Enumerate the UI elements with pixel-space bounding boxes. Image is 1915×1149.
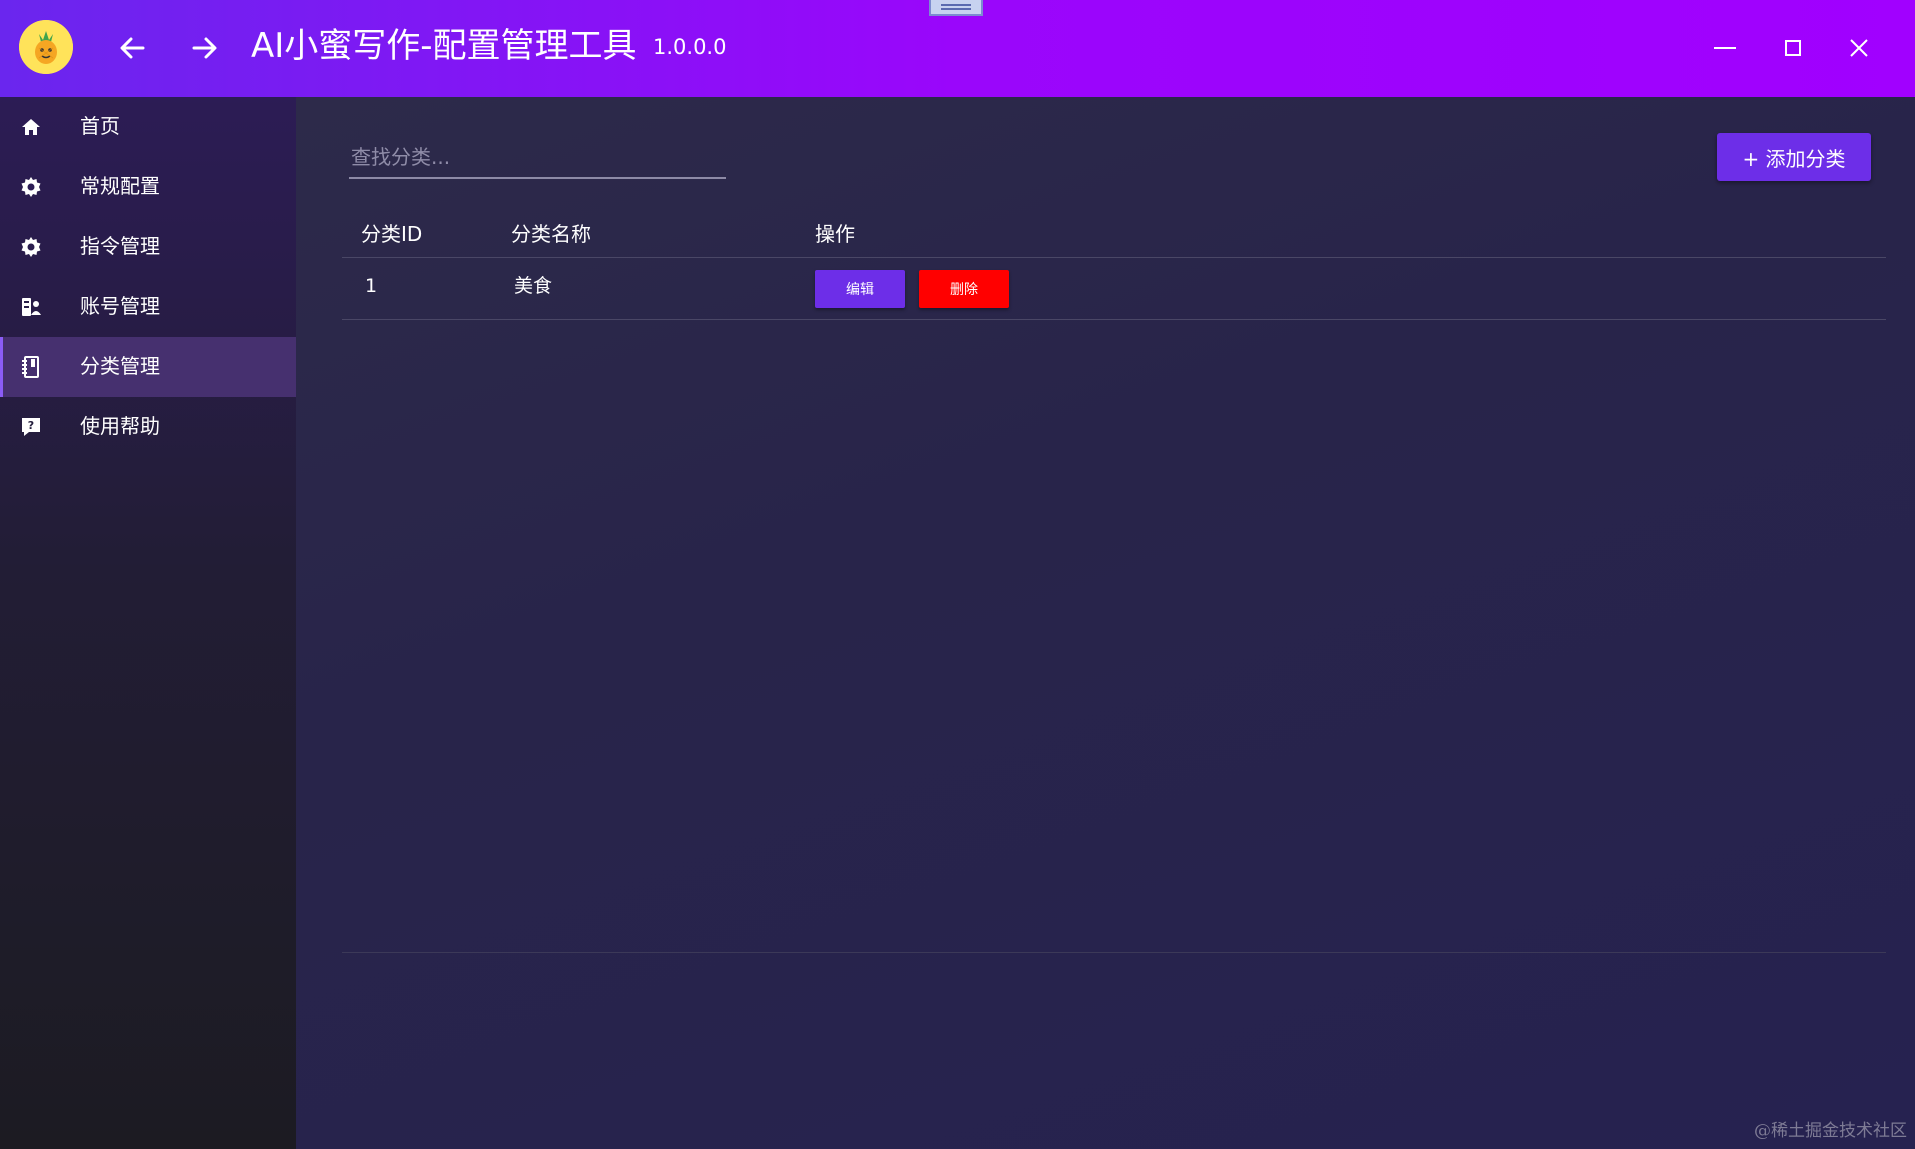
maximize-icon[interactable] bbox=[1773, 28, 1813, 68]
table-footer-divider bbox=[342, 952, 1886, 953]
minimize-icon[interactable] bbox=[1705, 28, 1745, 68]
table-row-divider bbox=[342, 319, 1886, 320]
sidebar-item-label: 使用帮助 bbox=[80, 414, 160, 438]
column-header-actions: 操作 bbox=[815, 222, 855, 246]
search-field bbox=[349, 137, 726, 179]
notebook-icon bbox=[19, 355, 43, 379]
sidebar-item-label: 首页 bbox=[80, 114, 120, 138]
app-version: 1.0.0.0 bbox=[653, 35, 727, 59]
sidebar-item-account-management[interactable]: 账号管理 bbox=[0, 277, 296, 337]
sidebar-item-label: 账号管理 bbox=[80, 294, 160, 318]
svg-text:?: ? bbox=[28, 419, 34, 432]
main-content: + 添加分类 分类ID 分类名称 操作 1 美食 编辑 删除 bbox=[296, 97, 1915, 1149]
sidebar-item-label: 常规配置 bbox=[80, 174, 160, 198]
cell-id: 1 bbox=[365, 275, 378, 297]
sidebar-item-general-config[interactable]: 常规配置 bbox=[0, 157, 296, 217]
sidebar-item-command-management[interactable]: 指令管理 bbox=[0, 217, 296, 277]
search-input[interactable] bbox=[349, 137, 726, 177]
gear-icon bbox=[19, 175, 43, 199]
close-icon[interactable] bbox=[1839, 28, 1879, 68]
home-icon bbox=[19, 115, 43, 139]
arrow-right-icon[interactable] bbox=[184, 28, 224, 68]
add-category-button[interactable]: + 添加分类 bbox=[1717, 133, 1871, 181]
watermark: @稀土掘金技术社区 bbox=[1754, 1121, 1907, 1141]
title-bar[interactable]: AI小蜜写作-配置管理工具 1.0.0.0 bbox=[0, 0, 1915, 97]
sidebar-item-label: 指令管理 bbox=[80, 234, 160, 258]
sidebar-item-label: 分类管理 bbox=[80, 354, 160, 378]
sidebar-item-home[interactable]: 首页 bbox=[0, 97, 296, 157]
cell-name: 美食 bbox=[514, 275, 553, 297]
pineapple-mascot-icon bbox=[19, 20, 73, 74]
column-header-id: 分类ID bbox=[361, 222, 423, 246]
sidebar-item-category-management[interactable]: 分类管理 bbox=[0, 337, 296, 397]
help-icon: ? bbox=[19, 415, 43, 439]
gear-icon bbox=[19, 235, 43, 259]
delete-button[interactable]: 删除 bbox=[919, 270, 1009, 308]
sidebar-item-help[interactable]: ? 使用帮助 bbox=[0, 397, 296, 457]
app-title: AI小蜜写作-配置管理工具 bbox=[251, 26, 637, 66]
account-icon bbox=[19, 295, 43, 319]
drag-handle[interactable] bbox=[929, 0, 983, 16]
arrow-left-icon[interactable] bbox=[113, 28, 153, 68]
column-header-name: 分类名称 bbox=[511, 222, 591, 246]
app-window: AI小蜜写作-配置管理工具 1.0.0.0 首页 常规配置 指令管理 账号管理 … bbox=[0, 0, 1915, 1149]
table-header-divider bbox=[342, 257, 1886, 258]
edit-button[interactable]: 编辑 bbox=[815, 270, 905, 308]
sidebar: 首页 常规配置 指令管理 账号管理 分类管理 ? 使用帮助 bbox=[0, 97, 296, 1149]
